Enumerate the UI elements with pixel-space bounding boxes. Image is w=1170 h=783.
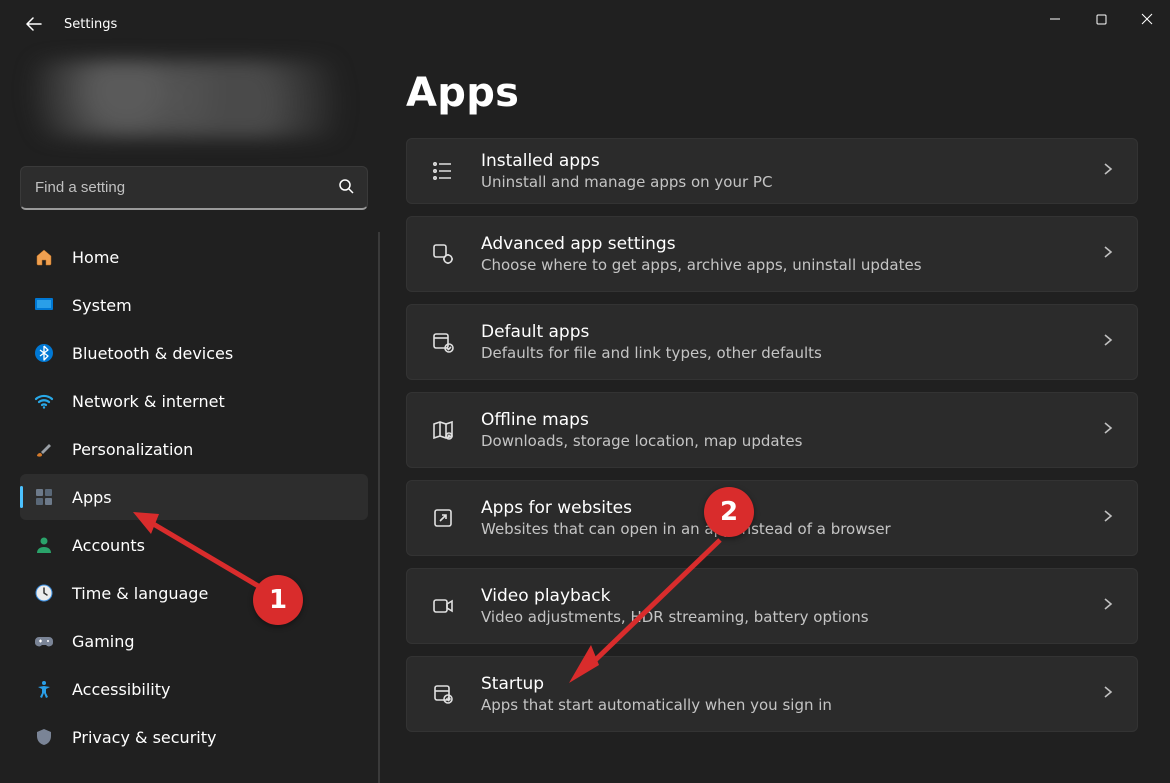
chevron-right-icon xyxy=(1101,162,1115,180)
startup-icon xyxy=(429,680,457,708)
sidebar-item-label: Accounts xyxy=(72,536,145,555)
chevron-right-icon xyxy=(1101,333,1115,351)
sidebar-item-apps[interactable]: Apps xyxy=(20,474,368,520)
card-desc: Choose where to get apps, archive apps, … xyxy=(481,256,1077,274)
wifi-icon xyxy=(34,391,54,411)
minimize-icon xyxy=(1049,13,1061,25)
chevron-right-icon xyxy=(1101,421,1115,439)
sidebar-item-label: Time & language xyxy=(72,584,208,603)
sidebar-item-label: Accessibility xyxy=(72,680,170,699)
list-icon xyxy=(429,157,457,185)
shield-icon xyxy=(34,727,54,747)
system-icon xyxy=(34,295,54,315)
bluetooth-icon xyxy=(34,343,54,363)
page-title: Apps xyxy=(406,70,1138,116)
sidebar-item-privacy[interactable]: Privacy & security xyxy=(20,714,368,760)
sidebar-item-network[interactable]: Network & internet xyxy=(20,378,368,424)
close-icon xyxy=(1141,13,1153,25)
sidebar-item-label: Gaming xyxy=(72,632,135,651)
card-installed-apps[interactable]: Installed apps Uninstall and manage apps… xyxy=(406,138,1138,204)
card-title: Advanced app settings xyxy=(481,234,1077,254)
card-default-apps[interactable]: Default apps Defaults for file and link … xyxy=(406,304,1138,380)
apps-icon xyxy=(34,487,54,507)
gamepad-icon xyxy=(34,631,54,651)
chevron-right-icon xyxy=(1101,597,1115,615)
maximize-button[interactable] xyxy=(1078,0,1124,38)
window-controls xyxy=(1032,0,1170,38)
card-desc: Downloads, storage location, map updates xyxy=(481,432,1077,450)
card-title: Default apps xyxy=(481,322,1077,342)
card-title: Installed apps xyxy=(481,151,1077,171)
sidebar-item-label: Apps xyxy=(72,488,112,507)
accessibility-icon xyxy=(34,679,54,699)
chevron-right-icon xyxy=(1101,245,1115,263)
card-desc: Apps that start automatically when you s… xyxy=(481,696,1077,714)
chevron-right-icon xyxy=(1101,685,1115,703)
search-input[interactable] xyxy=(20,166,368,210)
person-icon xyxy=(34,535,54,555)
sidebar: Home System Bluetooth & devices xyxy=(0,48,388,783)
nav-scrollbar-track xyxy=(378,232,380,783)
sidebar-item-label: System xyxy=(72,296,132,315)
app-title: Settings xyxy=(64,17,117,32)
nav: Home System Bluetooth & devices xyxy=(0,232,388,783)
clock-icon xyxy=(34,583,54,603)
search-wrap xyxy=(20,166,368,210)
content: Apps Installed apps Uninstall and manage… xyxy=(388,48,1170,783)
sidebar-item-system[interactable]: System xyxy=(20,282,368,328)
card-offline-maps[interactable]: Offline maps Downloads, storage location… xyxy=(406,392,1138,468)
window-check-icon xyxy=(429,328,457,356)
minimize-button[interactable] xyxy=(1032,0,1078,38)
video-icon xyxy=(429,592,457,620)
card-desc: Websites that can open in an app instead… xyxy=(481,520,1077,538)
home-icon xyxy=(34,247,54,267)
app-gear-icon xyxy=(429,240,457,268)
search-icon xyxy=(338,178,354,198)
sidebar-item-label: Bluetooth & devices xyxy=(72,344,233,363)
sidebar-item-bluetooth[interactable]: Bluetooth & devices xyxy=(20,330,368,376)
back-arrow-icon xyxy=(26,16,42,32)
sidebar-item-accessibility[interactable]: Accessibility xyxy=(20,666,368,712)
sidebar-item-personalization[interactable]: Personalization xyxy=(20,426,368,472)
chevron-right-icon xyxy=(1101,509,1115,527)
card-desc: Uninstall and manage apps on your PC xyxy=(481,173,1077,191)
titlebar: Settings xyxy=(0,0,1170,48)
maximize-icon xyxy=(1096,14,1107,25)
card-title: Apps for websites xyxy=(481,498,1077,518)
card-startup[interactable]: Startup Apps that start automatically wh… xyxy=(406,656,1138,732)
sidebar-item-home[interactable]: Home xyxy=(20,234,368,280)
sidebar-item-accounts[interactable]: Accounts xyxy=(20,522,368,568)
paintbrush-icon xyxy=(34,439,54,459)
sidebar-item-label: Network & internet xyxy=(72,392,225,411)
sidebar-item-gaming[interactable]: Gaming xyxy=(20,618,368,664)
card-title: Startup xyxy=(481,674,1077,694)
card-advanced-app-settings[interactable]: Advanced app settings Choose where to ge… xyxy=(406,216,1138,292)
map-icon xyxy=(429,416,457,444)
card-desc: Defaults for file and link types, other … xyxy=(481,344,1077,362)
user-profile-blurred[interactable] xyxy=(20,60,368,138)
card-title: Video playback xyxy=(481,586,1077,606)
card-title: Offline maps xyxy=(481,410,1077,430)
sidebar-item-time-language[interactable]: Time & language xyxy=(20,570,368,616)
card-desc: Video adjustments, HDR streaming, batter… xyxy=(481,608,1077,626)
back-button[interactable] xyxy=(18,8,50,40)
sidebar-item-label: Privacy & security xyxy=(72,728,216,747)
card-video-playback[interactable]: Video playback Video adjustments, HDR st… xyxy=(406,568,1138,644)
sidebar-item-label: Home xyxy=(72,248,119,267)
card-apps-for-websites[interactable]: Apps for websites Websites that can open… xyxy=(406,480,1138,556)
sidebar-item-label: Personalization xyxy=(72,440,193,459)
open-external-icon xyxy=(429,504,457,532)
close-button[interactable] xyxy=(1124,0,1170,38)
